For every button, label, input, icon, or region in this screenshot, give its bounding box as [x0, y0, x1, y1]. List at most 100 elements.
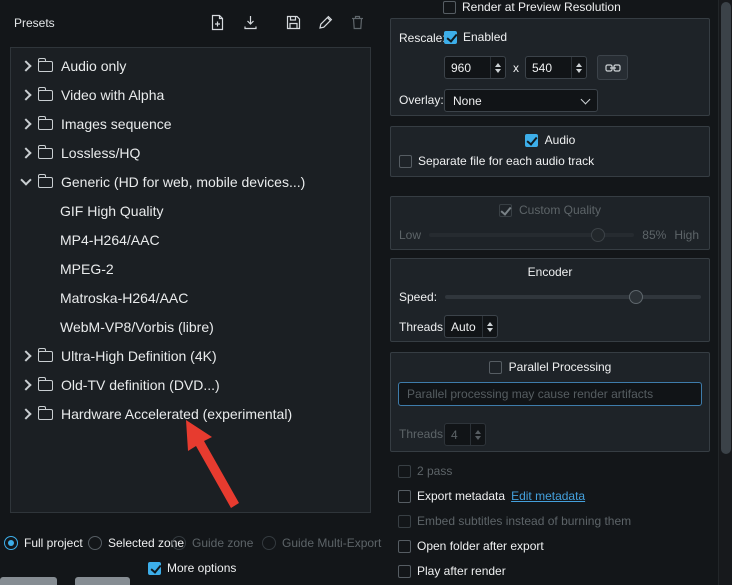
chevron-right-icon[interactable] [20, 117, 32, 130]
checkbox-label: More options [167, 561, 237, 575]
chevron-right-icon[interactable] [20, 407, 32, 420]
audio-checkbox[interactable]: Audio [391, 133, 709, 147]
preset-folder-generic[interactable]: Generic (HD for web, mobile devices...) [11, 167, 370, 196]
preset-label: Ultra-High Definition (4K) [61, 347, 217, 364]
chevron-right-icon[interactable] [20, 378, 32, 391]
preset-label: Old-TV definition (DVD...) [61, 376, 220, 393]
radio-selected-zone[interactable]: Selected zone [88, 536, 184, 550]
folder-icon [37, 347, 53, 362]
chevron-right-icon[interactable] [20, 349, 32, 362]
spinbox-value: 540 [532, 60, 553, 75]
spinner-arrows-icon[interactable] [482, 316, 497, 337]
two-pass-checkbox: 2 pass [398, 464, 452, 478]
presets-tree: Audio only Video with Alpha Images seque… [10, 47, 371, 513]
checkbox-icon[interactable] [148, 561, 161, 575]
checkbox-icon[interactable] [398, 489, 411, 503]
spinbox-value: 960 [451, 60, 472, 75]
edit-preset-button[interactable] [314, 11, 336, 33]
new-preset-button[interactable] [206, 11, 228, 33]
preset-folder-video-alpha[interactable]: Video with Alpha [11, 80, 370, 109]
encoder-group: Encoder Speed: Threads: Auto [390, 258, 710, 342]
preset-item-webm[interactable]: WebM-VP8/Vorbis (libre) [11, 312, 370, 341]
rescale-width-spinbox[interactable]: 960 [444, 56, 506, 79]
checkbox-icon[interactable] [444, 30, 457, 44]
more-options-checkbox[interactable]: More options [148, 561, 236, 575]
checkbox-label: Parallel Processing [508, 360, 612, 374]
custom-quality-checkbox: Custom Quality [391, 203, 709, 217]
preset-item-mp4[interactable]: MP4-H264/AAC [11, 225, 370, 254]
parallel-processing-checkbox[interactable]: Parallel Processing [391, 360, 709, 374]
preset-folder-audio-only[interactable]: Audio only [11, 51, 370, 80]
preset-item-gif[interactable]: GIF High Quality [11, 196, 370, 225]
checkbox-icon[interactable] [524, 133, 538, 147]
delete-preset-button[interactable] [346, 11, 368, 33]
spinner-arrows-icon[interactable] [571, 57, 586, 78]
radio-full-project[interactable]: Full project [4, 536, 83, 550]
folder-icon [37, 115, 53, 130]
checkbox-icon[interactable] [399, 154, 412, 168]
radio-icon[interactable] [4, 536, 18, 550]
preset-item-matroska[interactable]: Matroska-H264/AAC [11, 283, 370, 312]
rescale-enabled-checkbox[interactable]: Enabled [444, 30, 507, 44]
checkbox-icon[interactable] [398, 539, 411, 553]
lock-aspect-ratio-button[interactable] [597, 55, 628, 80]
spinner-arrows-icon[interactable] [490, 57, 505, 78]
checkbox-icon [398, 464, 411, 478]
chevron-right-icon[interactable] [20, 146, 32, 159]
scrollbar-thumb[interactable] [721, 2, 731, 454]
preset-label: Audio only [61, 57, 127, 74]
chevron-down-icon[interactable] [20, 173, 32, 186]
preset-folder-oldtv[interactable]: Old-TV definition (DVD...) [11, 370, 370, 399]
save-preset-button[interactable] [282, 11, 304, 33]
encoder-threads-spinbox[interactable]: Auto [444, 315, 498, 338]
checkbox-icon[interactable] [488, 360, 502, 374]
quality-slider-row: Low 85% High [399, 227, 699, 243]
cutoff-button-left[interactable] [0, 577, 57, 585]
overlay-label: Overlay: [399, 93, 444, 107]
radio-icon[interactable] [88, 536, 102, 550]
parallel-processing-group: Parallel Processing Threads: 4 [390, 352, 710, 452]
preset-item-mpeg2[interactable]: MPEG-2 [11, 254, 370, 283]
edit-metadata-link[interactable]: Edit metadata [511, 489, 585, 503]
chevron-right-icon[interactable] [20, 88, 32, 101]
checkbox-label: Custom Quality [518, 203, 602, 217]
checkbox-label: Play after render [417, 564, 506, 578]
quality-low-label: Low [399, 228, 422, 242]
render-preview-resolution-checkbox[interactable]: Render at Preview Resolution [443, 0, 621, 14]
rescale-height-spinbox[interactable]: 540 [525, 56, 587, 79]
resolution-x-separator: x [513, 61, 519, 75]
chevron-right-icon[interactable] [20, 59, 32, 72]
edit-pencil-icon [317, 14, 334, 31]
rescale-group: Rescale: Enabled 960 x 540 Overlay: None [390, 18, 710, 116]
preset-folder-hardware-accelerated[interactable]: Hardware Accelerated (experimental) [11, 399, 370, 428]
spinbox-value: 4 [451, 427, 458, 442]
preset-folder-uhd[interactable]: Ultra-High Definition (4K) [11, 341, 370, 370]
slider-groove[interactable] [445, 295, 701, 299]
separate-audio-checkbox[interactable]: Separate file for each audio track [399, 154, 594, 168]
cutoff-button-right[interactable] [75, 577, 130, 585]
checkbox-label: 2 pass [417, 464, 453, 478]
folder-icon [37, 376, 53, 391]
link-aspect-ratio-icon [604, 63, 621, 73]
audio-group: Audio Separate file for each audio track [390, 126, 710, 177]
speed-row: Speed: [399, 289, 701, 305]
folder-icon [37, 57, 53, 72]
preset-folder-images-sequence[interactable]: Images sequence [11, 109, 370, 138]
custom-quality-group: Custom Quality Low 85% High [390, 196, 710, 250]
slider-handle[interactable] [629, 290, 644, 304]
checkbox-icon[interactable] [398, 564, 411, 578]
play-after-render-checkbox[interactable]: Play after render [398, 564, 506, 578]
folder-icon [37, 144, 53, 159]
overlay-dropdown[interactable]: None [444, 89, 598, 112]
preset-label: GIF High Quality [60, 202, 164, 219]
checkbox-icon[interactable] [443, 0, 456, 14]
vertical-scrollbar[interactable] [718, 0, 732, 585]
open-folder-checkbox[interactable]: Open folder after export [398, 539, 544, 553]
speed-slider[interactable] [445, 289, 701, 305]
preset-label: MPEG-2 [60, 260, 114, 277]
new-preset-icon [209, 14, 226, 31]
download-preset-button[interactable] [239, 11, 261, 33]
preset-folder-lossless[interactable]: Lossless/HQ [11, 138, 370, 167]
radio-label: Guide Multi-Export [282, 536, 382, 550]
folder-icon [37, 173, 53, 188]
